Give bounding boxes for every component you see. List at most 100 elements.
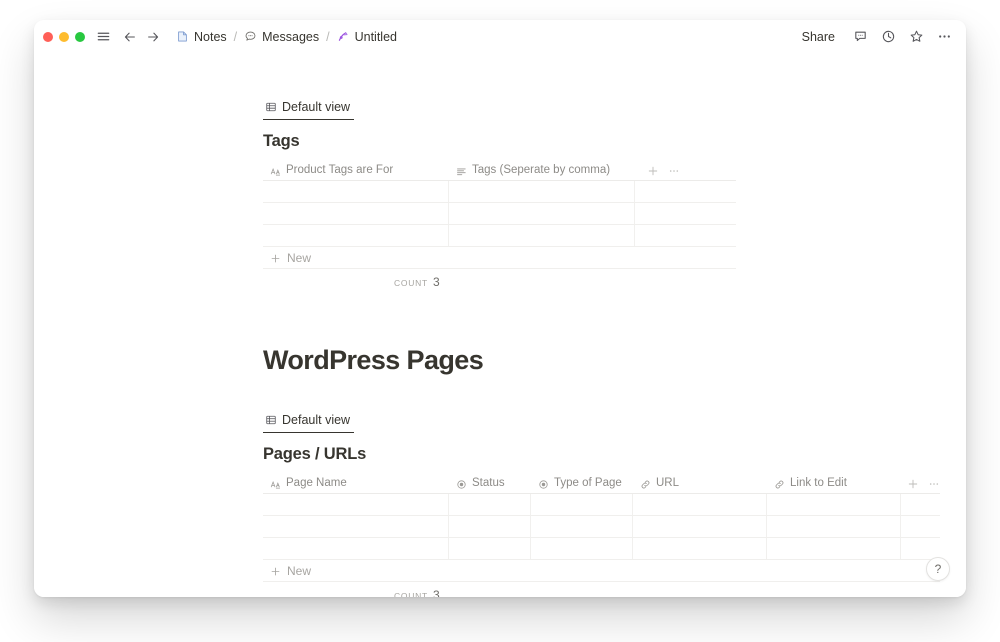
table-row[interactable]	[263, 181, 736, 203]
column-header-label-0-1: Tags (Seperate by comma)	[472, 164, 611, 177]
column-header-tags-separate-by-comma[interactable]: Tags (Seperate by comma)	[449, 161, 635, 181]
table-row[interactable]	[263, 203, 736, 225]
table-cell[interactable]	[767, 516, 901, 538]
table-cell[interactable]	[263, 225, 449, 247]
table-cell[interactable]	[449, 203, 635, 225]
view-tab-bar-wordpress-pages: Default view	[263, 407, 940, 433]
column-header-url[interactable]: URL	[633, 474, 767, 494]
desktop-background: Notes / Messages / Untitled Share Defaul…	[0, 0, 1000, 642]
comment-icon[interactable]	[853, 29, 868, 44]
column-header-label-1-1: Status	[472, 477, 505, 490]
table-tags: Product Tags are For Tags (Seperate by c…	[263, 161, 736, 289]
table-cell[interactable]	[767, 538, 901, 560]
breadcrumb-item-untitled[interactable]: Untitled	[333, 28, 401, 46]
close-window-button[interactable]	[43, 31, 53, 42]
column-header-product-tags-are-for[interactable]: Product Tags are For	[263, 161, 449, 181]
count-label: Count	[394, 591, 428, 597]
table-pages-urls: Page Name Status Type of Page URL Link t…	[263, 474, 940, 597]
column-options-more-icon[interactable]	[928, 478, 940, 490]
more-horizontal-icon[interactable]	[937, 29, 952, 44]
table-cell[interactable]	[531, 516, 633, 538]
count-label: Count	[394, 278, 428, 288]
column-header-link-to-edit[interactable]: Link to Edit	[767, 474, 901, 494]
table-cell[interactable]	[449, 225, 635, 247]
link-icon	[640, 479, 651, 490]
add-new-row-label: New	[287, 251, 312, 265]
maximize-window-button[interactable]	[75, 31, 85, 42]
clock-history-icon[interactable]	[881, 29, 896, 44]
table-count-footer-pages-urls[interactable]: Count 3	[263, 582, 940, 597]
add-column-icon[interactable]	[907, 478, 919, 490]
table-cell[interactable]	[449, 538, 531, 560]
table-cell[interactable]	[449, 494, 531, 516]
column-header-status[interactable]: Status	[449, 474, 531, 494]
table-cell[interactable]	[531, 494, 633, 516]
column-header-label-1-2: Type of Page	[554, 477, 622, 490]
select-circle-icon	[538, 479, 549, 490]
table-cell[interactable]	[449, 181, 635, 203]
table-header-row-pages-urls: Page Name Status Type of Page URL Link t…	[263, 474, 940, 494]
plus-icon	[270, 253, 281, 264]
table-row[interactable]	[263, 494, 940, 516]
app-window: Notes / Messages / Untitled Share Defaul…	[34, 20, 966, 597]
page-title-wordpress-pages: WordPress Pages	[263, 345, 484, 375]
add-new-row-button-pages-urls[interactable]: New	[263, 560, 940, 582]
count-value: 3	[432, 588, 440, 597]
table-cell[interactable]	[633, 516, 767, 538]
breadcrumb-label-messages: Messages	[262, 29, 320, 44]
table-row[interactable]	[263, 225, 736, 247]
table-cell[interactable]	[633, 494, 767, 516]
table-header-row-tags: Product Tags are For Tags (Seperate by c…	[263, 161, 736, 181]
table-cell[interactable]	[635, 225, 736, 247]
database-section-tags: Default view Tags Product Tags are For T…	[263, 94, 966, 289]
table-cell[interactable]	[901, 516, 940, 538]
minimize-window-button[interactable]	[59, 31, 69, 42]
table-count-footer-tags[interactable]: Count 3	[263, 269, 736, 289]
view-tab-default-view-tags[interactable]: Default view	[263, 100, 355, 120]
title-aa-icon	[270, 166, 281, 177]
table-cell[interactable]	[263, 203, 449, 225]
column-header-label-1-4: Link to Edit	[790, 477, 847, 490]
table-cell[interactable]	[633, 538, 767, 560]
navigate-back-icon[interactable]	[123, 30, 137, 44]
table-cell[interactable]	[263, 181, 449, 203]
note-page-icon	[176, 30, 189, 43]
table-cell[interactable]	[635, 203, 736, 225]
database-section-wordpress-pages: WordPress Pages Default view Pages / URL…	[263, 345, 966, 597]
table-header-actions-pages-urls	[901, 478, 940, 490]
database-title-pages-urls: Pages / URLs	[263, 445, 367, 463]
table-row[interactable]	[263, 538, 940, 560]
navigate-forward-icon[interactable]	[146, 30, 160, 44]
column-header-type-of-page[interactable]: Type of Page	[531, 474, 633, 494]
breadcrumb-item-messages[interactable]: Messages	[240, 28, 323, 46]
purple-doodle-icon	[337, 30, 350, 43]
sidebar-toggle-icon[interactable]	[96, 29, 111, 44]
table-row[interactable]	[263, 516, 940, 538]
count-value: 3	[432, 275, 440, 289]
table-cell[interactable]	[531, 538, 633, 560]
table-cell[interactable]	[901, 494, 940, 516]
table-cell[interactable]	[449, 516, 531, 538]
breadcrumb-item-notes[interactable]: Notes	[172, 28, 231, 46]
table-cell[interactable]	[263, 516, 449, 538]
titlebar-actions: Share	[797, 28, 952, 46]
column-options-more-icon[interactable]	[668, 165, 680, 177]
star-icon[interactable]	[909, 29, 924, 44]
column-header-page-name[interactable]: Page Name	[263, 474, 449, 494]
breadcrumb: Notes / Messages / Untitled	[172, 28, 401, 46]
plus-icon	[270, 566, 281, 577]
add-column-icon[interactable]	[647, 165, 659, 177]
share-button[interactable]: Share	[797, 28, 840, 46]
add-new-row-label: New	[287, 564, 312, 578]
view-tab-default-view-wordpress-pages[interactable]: Default view	[263, 413, 355, 433]
table-cell[interactable]	[263, 538, 449, 560]
table-cell[interactable]	[263, 494, 449, 516]
view-tab-label-wordpress-pages: Default view	[282, 413, 351, 427]
table-cell[interactable]	[767, 494, 901, 516]
speech-bubble-icon	[244, 30, 257, 43]
add-new-row-button-tags[interactable]: New	[263, 247, 736, 269]
breadcrumb-separator-1: /	[233, 29, 238, 44]
help-button[interactable]: ?	[926, 557, 950, 581]
view-tab-label-tags: Default view	[282, 100, 351, 114]
table-cell[interactable]	[635, 181, 736, 203]
